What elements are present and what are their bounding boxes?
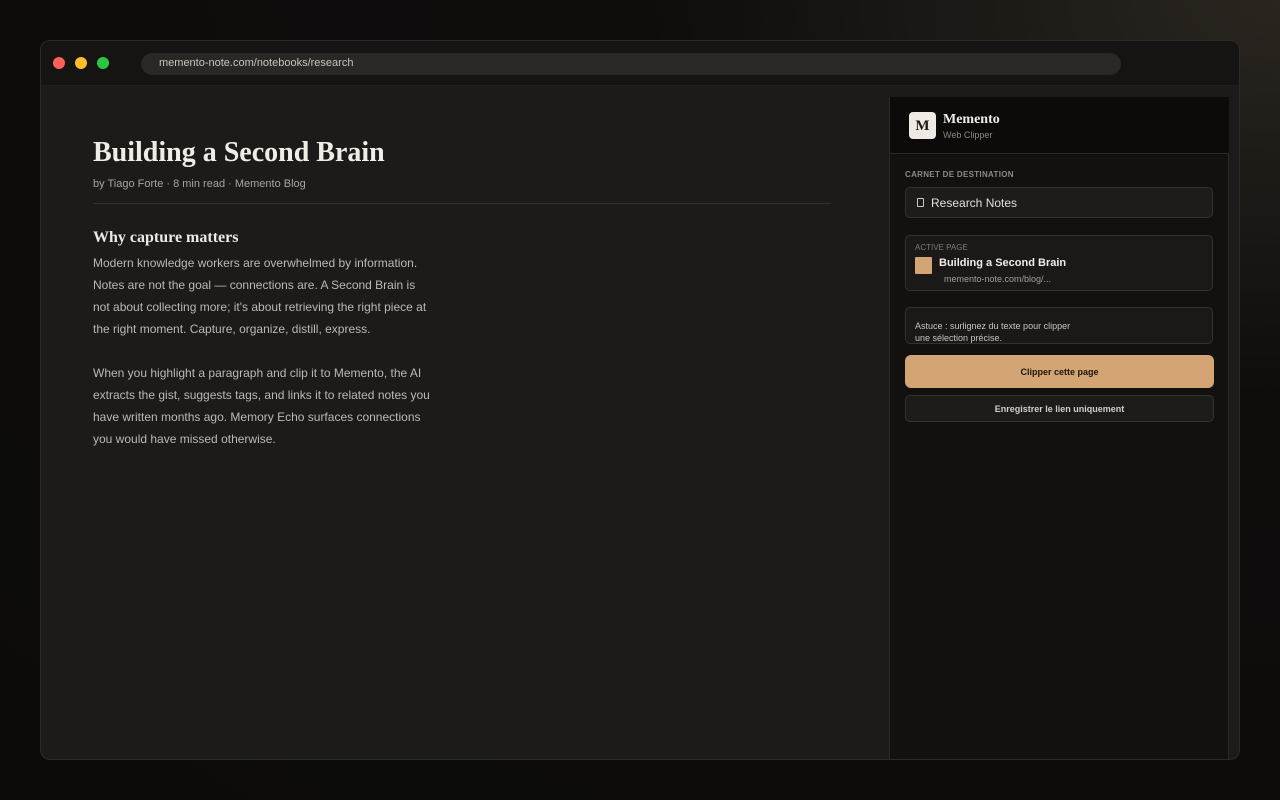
browser-titlebar: memento-note.com/notebooks/research	[41, 41, 1239, 86]
article-byline: by Tiago Forte · 8 min read · Memento Bl…	[93, 178, 306, 190]
brand-name: Memento	[943, 112, 1000, 127]
tip-box: Astuce : surlignez du texte pour clipper…	[905, 307, 1213, 344]
notebook-name: Research Notes	[931, 196, 1018, 210]
active-page-label: ACTIVE PAGE	[915, 243, 968, 252]
save-link-button[interactable]: Enregistrer le lien uniquement	[905, 395, 1214, 422]
article-content: Building a Second Brain by Tiago Forte ·…	[93, 137, 831, 450]
active-page-url: memento-note.com/blog/...	[944, 274, 1052, 284]
article-divider	[93, 203, 831, 204]
minimize-window-button[interactable]	[75, 57, 87, 69]
address-bar-url: memento-note.com/notebooks/research	[159, 57, 354, 69]
active-page-title: Building a Second Brain	[939, 257, 1067, 269]
browser-window: memento-note.com/notebooks/research Buil…	[40, 40, 1240, 760]
active-page-card: ACTIVE PAGE Building a Second Brain meme…	[905, 235, 1213, 291]
web-clipper-panel: M Memento Web Clipper CARNET DE DESTINAT…	[889, 97, 1229, 759]
article-paragraph-1: Modern knowledge workers are overwhelmed…	[93, 256, 427, 336]
section-heading: Why capture matters	[93, 229, 239, 246]
clip-page-button[interactable]: Clipper cette page	[905, 355, 1214, 388]
clipper-header: M Memento Web Clipper	[890, 97, 1229, 154]
destination-label: CARNET DE DESTINATION	[905, 170, 1014, 179]
memento-logo: M	[909, 112, 936, 139]
notebook-selector[interactable]: Research Notes	[905, 187, 1213, 218]
article-paragraph-2: When you highlight a paragraph and clip …	[93, 366, 430, 446]
page-thumbnail	[915, 257, 932, 274]
article-title: Building a Second Brain	[93, 137, 385, 168]
tip-text: Astuce : surlignez du texte pour clipper…	[915, 321, 1071, 343]
notebook-icon	[917, 198, 924, 207]
maximize-window-button[interactable]	[97, 57, 109, 69]
close-window-button[interactable]	[53, 57, 65, 69]
brand-subtitle: Web Clipper	[943, 130, 993, 140]
address-bar[interactable]: memento-note.com/notebooks/research	[141, 53, 1121, 75]
